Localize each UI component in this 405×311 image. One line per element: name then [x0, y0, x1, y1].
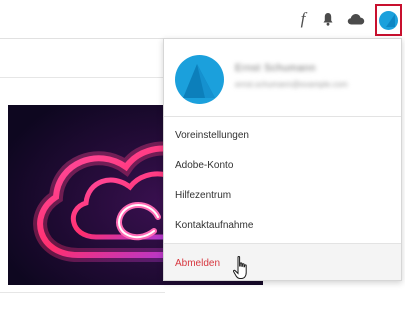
profile-header: Ernst Schumann ernst.schumann@example.co…	[164, 39, 401, 116]
top-bar: f	[0, 0, 405, 38]
cloud-icon[interactable]	[347, 10, 365, 28]
profile-name: Ernst Schumann	[235, 63, 316, 74]
menu-item-contact[interactable]: Kontaktaufnahme	[175, 220, 253, 231]
divider	[0, 77, 165, 78]
menu-item-adobe-account[interactable]: Adobe-Konto	[175, 160, 233, 171]
avatar	[175, 55, 224, 104]
fonts-icon[interactable]: f	[297, 9, 309, 28]
bell-icon[interactable]	[320, 10, 336, 28]
hand-cursor-icon	[232, 255, 252, 286]
profile-email: ernst.schumann@example.com	[235, 80, 348, 89]
signout-button[interactable]: Abmelden	[164, 244, 401, 280]
avatar-button[interactable]	[375, 4, 402, 36]
menu-item-help-center[interactable]: Hilfezentrum	[175, 190, 231, 201]
signout-label: Abmelden	[175, 258, 221, 269]
avatar	[379, 10, 398, 30]
divider	[0, 292, 165, 293]
menu-item-preferences[interactable]: Voreinstellungen	[175, 130, 249, 141]
divider	[164, 116, 401, 117]
divider	[0, 38, 165, 39]
account-dropdown: Ernst Schumann ernst.schumann@example.co…	[163, 38, 402, 281]
